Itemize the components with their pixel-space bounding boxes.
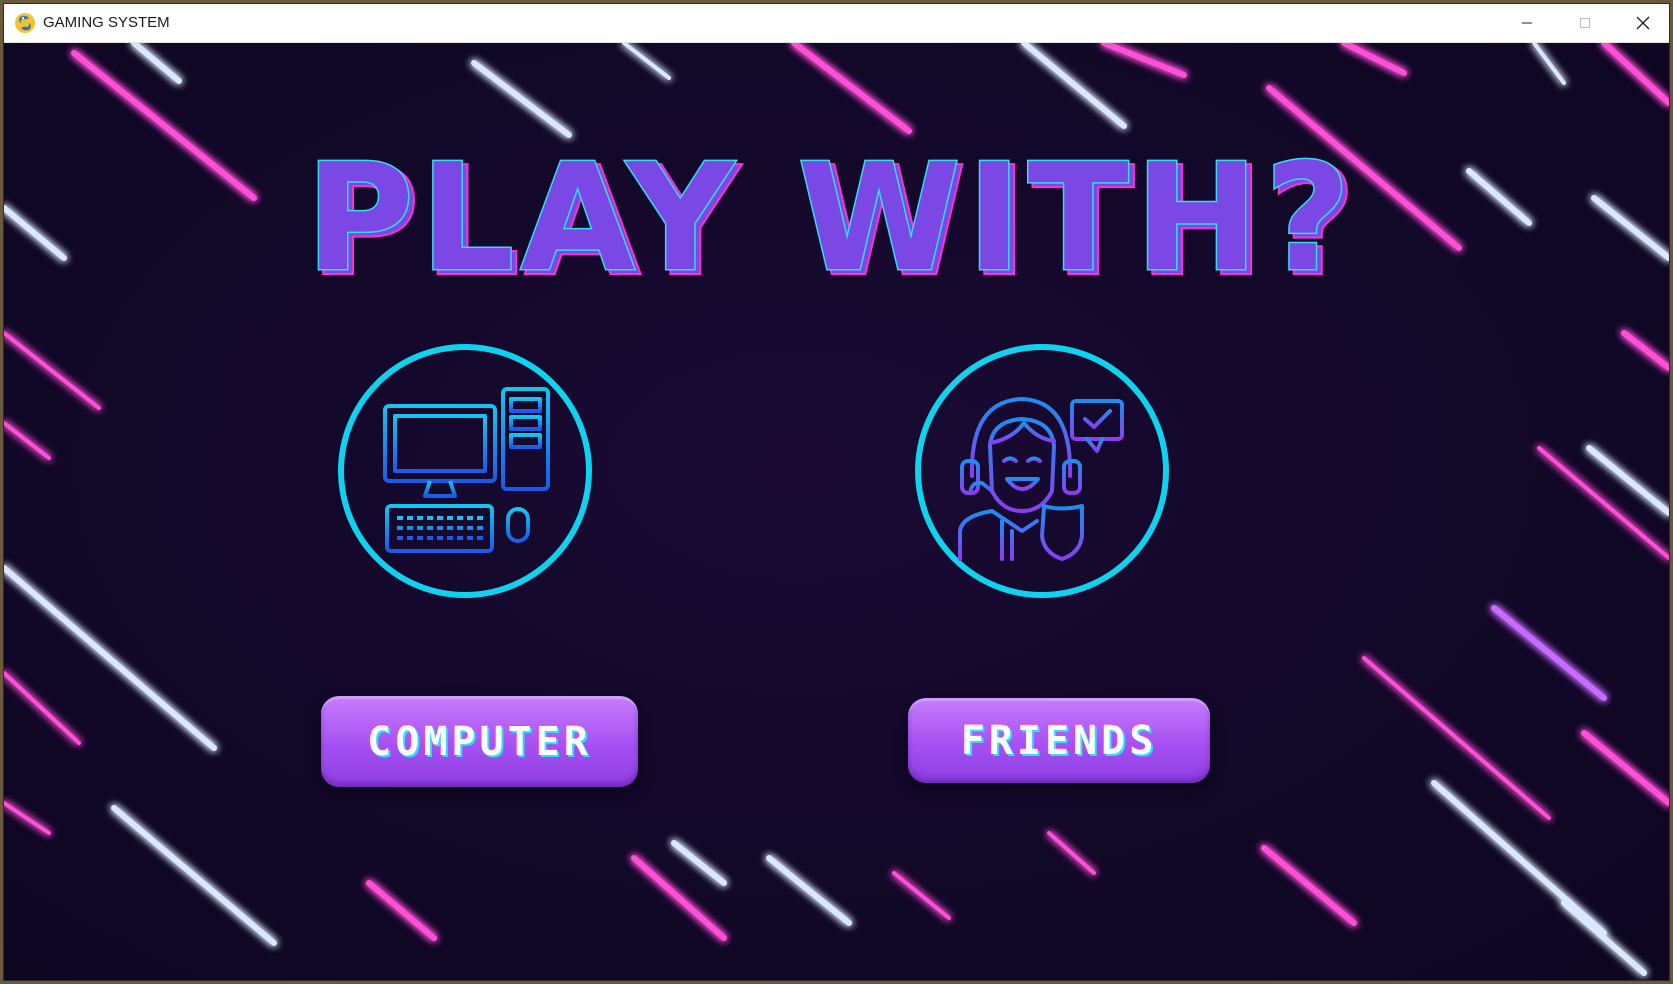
computer-button-label: COMPUTER — [367, 718, 592, 765]
close-icon — [1636, 16, 1650, 30]
window-title: GAMING SYSTEM — [43, 14, 170, 31]
desktop-computer-icon — [383, 387, 550, 553]
computer-button[interactable]: COMPUTER — [321, 696, 638, 787]
friend-with-headset-icon — [958, 397, 1124, 561]
maximize-button[interactable] — [1556, 4, 1614, 42]
game-window: GAMING SYSTEM PLAY WITH? PLAY WITH? COMP… — [4, 4, 1669, 980]
game-screen: PLAY WITH? PLAY WITH? COMPUTER FRIENDS — [4, 43, 1669, 980]
computer-icon-circle[interactable] — [338, 344, 592, 598]
minimize-icon — [1522, 22, 1532, 24]
title-bar[interactable]: GAMING SYSTEM — [4, 4, 1669, 43]
friends-icon-circle[interactable] — [915, 344, 1169, 598]
svg-text:PLAY WITH?: PLAY WITH? — [306, 153, 1357, 303]
close-button[interactable] — [1614, 4, 1669, 42]
minimize-button[interactable] — [1498, 4, 1556, 42]
maximize-icon — [1580, 18, 1590, 28]
python-snake-icon — [14, 12, 36, 34]
friends-button[interactable]: FRIENDS — [908, 698, 1210, 783]
friends-button-label: FRIENDS — [960, 717, 1158, 764]
page-title: PLAY WITH? PLAY WITH? — [304, 153, 1357, 303]
